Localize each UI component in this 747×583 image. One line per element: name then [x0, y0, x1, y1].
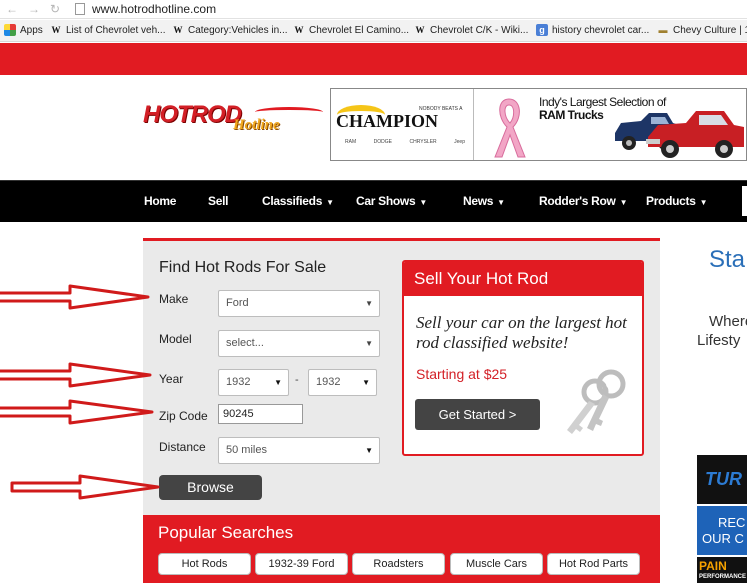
arrow-to-browse	[10, 474, 160, 500]
annotation-arrows	[0, 284, 160, 500]
arrow-to-year	[0, 362, 152, 388]
browser-window: ← → ↻ www.hotrodhotline.com Apps W List o…	[0, 0, 747, 583]
arrow-to-make	[0, 284, 150, 310]
arrow-to-zip	[0, 399, 154, 425]
